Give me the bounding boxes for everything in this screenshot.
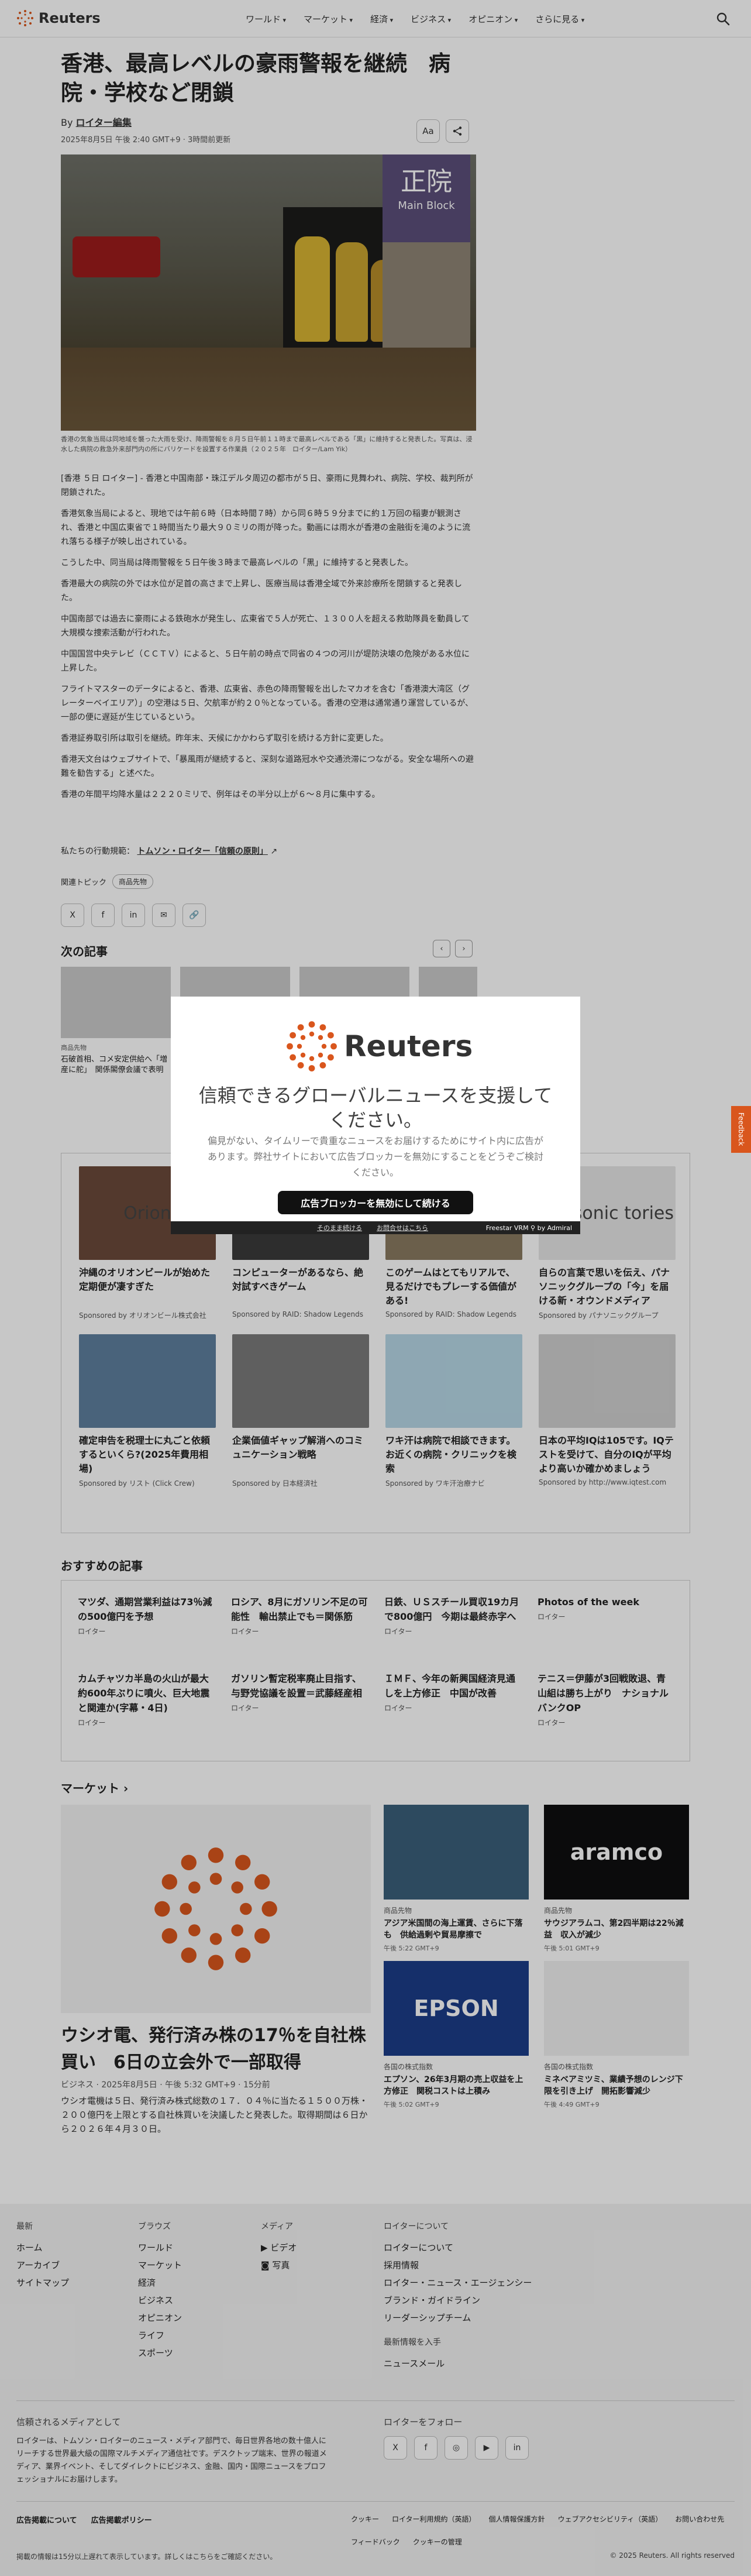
feedback-tab[interactable]: Feedback [731, 1106, 751, 1153]
admiral-brand: Freestar VRM ⚲ by Admiral [485, 1224, 572, 1232]
reuters-logo-icon [287, 1021, 337, 1071]
modal-logo: Reuters [285, 1020, 473, 1073]
disable-adblock-button[interactable]: 広告ブロッカーを無効にして続ける [278, 1191, 473, 1214]
continue-link[interactable]: そのまま続ける [317, 1223, 362, 1232]
modal-description: 偏見がない、タイムリーで貴重なニュースをお届けするためにサイト内に広告があります… [207, 1135, 544, 1178]
modal-heading: 信頼できるグローバルニュースを支援してください。 [198, 1084, 553, 1131]
modal-backdrop [0, 0, 751, 2576]
modal-logo-text: Reuters [344, 1029, 473, 1063]
adblock-modal: Reuters 信頼できるグローバルニュースを支援してください。 偏見がない、タ… [171, 997, 580, 1234]
contact-link[interactable]: お問合せはこちら [377, 1223, 428, 1232]
modal-footer-bar: そのまま続ける お問合せはこちら Freestar VRM ⚲ by Admir… [171, 1221, 580, 1234]
